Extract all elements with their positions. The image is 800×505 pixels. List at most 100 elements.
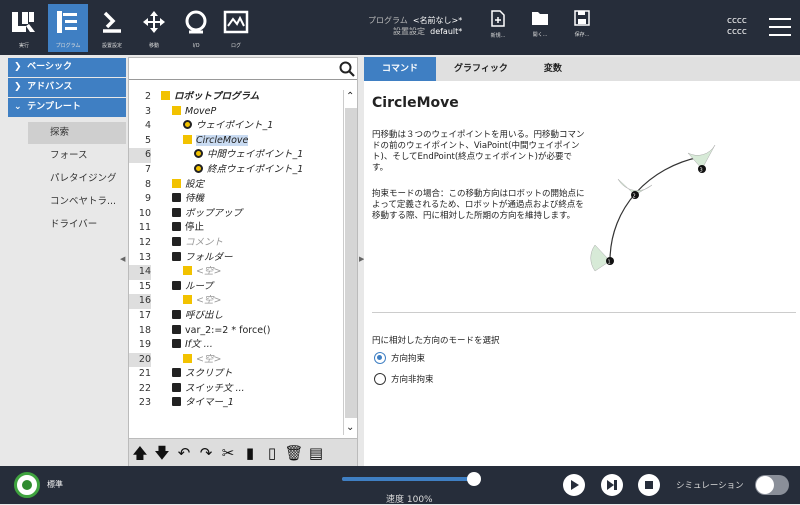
tree-row[interactable]: 6 中間ウェイポイント_1 bbox=[129, 148, 341, 163]
tree-scrollbar[interactable]: ⌃ ⌄ bbox=[343, 90, 357, 435]
radio-unconstrained[interactable]: 方向非拘束 bbox=[374, 373, 434, 387]
delete-icon[interactable]: 🗑 bbox=[283, 439, 305, 467]
circle-move-diagram: 1 2 3 bbox=[590, 144, 716, 272]
tree-row[interactable]: 14 <空> bbox=[129, 265, 341, 280]
nav-item-force[interactable]: フォース bbox=[28, 145, 126, 167]
speed-slider-handle[interactable] bbox=[467, 472, 481, 486]
run-tab[interactable]: 実行 bbox=[4, 4, 44, 52]
tree-row[interactable]: 3 MoveP bbox=[129, 105, 341, 120]
tree-node-icon bbox=[183, 266, 192, 276]
tree-row[interactable]: 10 ポップアップ bbox=[129, 207, 341, 222]
radio-selected-icon[interactable] bbox=[374, 352, 386, 364]
scrollbar-thumb[interactable] bbox=[345, 108, 357, 418]
tree-row[interactable]: 19 If文 ... bbox=[129, 338, 341, 353]
tree-row[interactable]: 9 待機 bbox=[129, 192, 341, 207]
tree-row-number: 6 bbox=[129, 148, 151, 163]
tree-row[interactable]: 16 <空> bbox=[129, 294, 341, 309]
tree-row[interactable]: 22 スイッチ文 ... bbox=[129, 382, 341, 397]
log-tab[interactable]: ログ bbox=[216, 4, 256, 52]
tree-row[interactable]: 2 ロボットプログラム bbox=[129, 90, 341, 105]
tree-row-label: ループ bbox=[185, 280, 213, 292]
tree-row[interactable]: 20 <空> bbox=[129, 352, 341, 368]
nav-item-search[interactable]: 探索 bbox=[28, 122, 126, 144]
program-tab[interactable]: プログラム bbox=[48, 4, 88, 52]
tree-row-content: <空> bbox=[183, 265, 221, 280]
save-button[interactable]: 保存... bbox=[564, 10, 600, 38]
nav-item-conveyor-tracking[interactable]: コンベヤトラ... bbox=[28, 191, 126, 213]
tree-node-icon bbox=[172, 105, 181, 115]
tree-row[interactable]: 18 var_2:=2 * force() bbox=[129, 324, 341, 339]
tree-row[interactable]: 11 停止 bbox=[129, 221, 341, 236]
move-up-icon[interactable]: 🡅 bbox=[129, 439, 151, 467]
tree-row-label: フォルダー bbox=[185, 251, 233, 263]
hamburger-menu-icon[interactable] bbox=[769, 18, 791, 36]
tree-row-content: CircleMove bbox=[183, 134, 249, 149]
tree-node-icon bbox=[183, 353, 192, 363]
open-button[interactable]: 開く... bbox=[522, 10, 558, 38]
suppress-icon[interactable]: ▤ bbox=[305, 439, 327, 467]
speed-label: 速度 100% bbox=[386, 495, 433, 505]
tree-row[interactable]: 21 スクリプト bbox=[129, 367, 341, 382]
tree-rows: 2 ロボットプログラム 3 MoveP 4 ウェイポイント_1 5 CircleMove 6 中間… bbox=[129, 90, 341, 411]
radio-unselected-icon[interactable] bbox=[374, 373, 386, 385]
tree-row-label: <空> bbox=[196, 295, 222, 307]
chevron-right-icon: ❯ bbox=[14, 62, 22, 72]
nav-section-basic[interactable]: ❯ ベーシック bbox=[8, 58, 126, 77]
panel-tabs: コマンド グラフィック 変数 bbox=[364, 57, 800, 81]
tree-row[interactable]: 7 終点ウェイポイント_1 bbox=[129, 163, 341, 178]
command-title: CircleMove bbox=[372, 95, 459, 111]
nav-section-template[interactable]: ⌄ テンプレート bbox=[8, 98, 126, 117]
stop-button[interactable] bbox=[638, 474, 660, 496]
tree-row-number: 21 bbox=[138, 368, 151, 380]
tree-node-icon bbox=[172, 324, 181, 334]
cut-icon[interactable]: ✂ bbox=[217, 439, 239, 467]
tree-row[interactable]: 13 フォルダー bbox=[129, 251, 341, 266]
run-tab-label: 実行 bbox=[18, 43, 29, 49]
move-tab[interactable]: 移動 bbox=[134, 4, 174, 52]
redo-icon[interactable]: ↷ bbox=[195, 439, 217, 467]
tree-row[interactable]: 4 ウェイポイント_1 bbox=[129, 119, 341, 134]
nav-item-palletizing[interactable]: パレタイジング bbox=[28, 168, 126, 190]
nav-item-screwdriver[interactable]: ドライバー bbox=[28, 214, 126, 236]
constraint-description: 拘束モードの場合：この移動方向はロボットの開始点によって定義されるため、ロボット… bbox=[372, 189, 585, 221]
tree-row-number: 10 bbox=[138, 207, 151, 219]
undo-icon[interactable]: ↶ bbox=[173, 439, 195, 467]
tree-row[interactable]: 12 コメント bbox=[129, 236, 341, 251]
tree-node-icon bbox=[172, 382, 181, 392]
tree-row[interactable]: 8 設定 bbox=[129, 178, 341, 193]
installation-tab[interactable]: 設置設定 bbox=[92, 4, 132, 52]
tree-row[interactable]: 5 CircleMove bbox=[129, 134, 341, 149]
tree-row-number: 19 bbox=[138, 339, 151, 351]
tree-row-label: If文 ... bbox=[185, 339, 213, 351]
move-down-icon[interactable]: 🡇 bbox=[151, 439, 173, 467]
left-splitter-handle[interactable]: ◀ bbox=[120, 255, 125, 263]
simulation-toggle[interactable] bbox=[755, 475, 789, 495]
copy-icon[interactable]: ▮ bbox=[239, 439, 261, 467]
play-button[interactable] bbox=[563, 474, 585, 496]
scroll-down-icon[interactable]: ⌄ bbox=[346, 422, 354, 433]
radio-constrained[interactable]: 方向拘束 bbox=[374, 352, 425, 366]
tab-command[interactable]: コマンド bbox=[364, 57, 437, 81]
search-icon[interactable] bbox=[339, 61, 355, 77]
paste-icon[interactable]: ▯ bbox=[261, 439, 283, 467]
step-button[interactable] bbox=[601, 474, 623, 496]
new-button[interactable]: 新規... bbox=[480, 10, 516, 39]
nav-section-label: テンプレート bbox=[27, 102, 81, 112]
power-button-icon[interactable] bbox=[14, 472, 40, 498]
speed-slider[interactable] bbox=[342, 472, 481, 486]
tab-variables[interactable]: 変数 bbox=[526, 57, 580, 81]
scroll-up-icon[interactable]: ⌃ bbox=[346, 91, 354, 102]
io-tab[interactable]: I/O bbox=[176, 4, 216, 52]
tree-search-bar[interactable] bbox=[129, 58, 357, 80]
tree-node-icon bbox=[194, 163, 203, 173]
tab-graphics[interactable]: グラフィック bbox=[436, 57, 526, 81]
chevron-down-icon: ⌄ bbox=[14, 102, 22, 112]
program-info: プログラム <名前なし>* 設置設定 default* bbox=[368, 15, 462, 37]
tree-row[interactable]: 15 ループ bbox=[129, 280, 341, 295]
nav-section-advanced[interactable]: ❯ アドバンス bbox=[8, 78, 126, 97]
tree-node-icon bbox=[183, 134, 192, 144]
speed-slider-fill bbox=[342, 477, 474, 481]
tree-row[interactable]: 17 呼び出し bbox=[129, 309, 341, 324]
tree-row[interactable]: 23 タイマー_1 bbox=[129, 396, 341, 411]
nav-section-label: アドバンス bbox=[27, 82, 73, 92]
